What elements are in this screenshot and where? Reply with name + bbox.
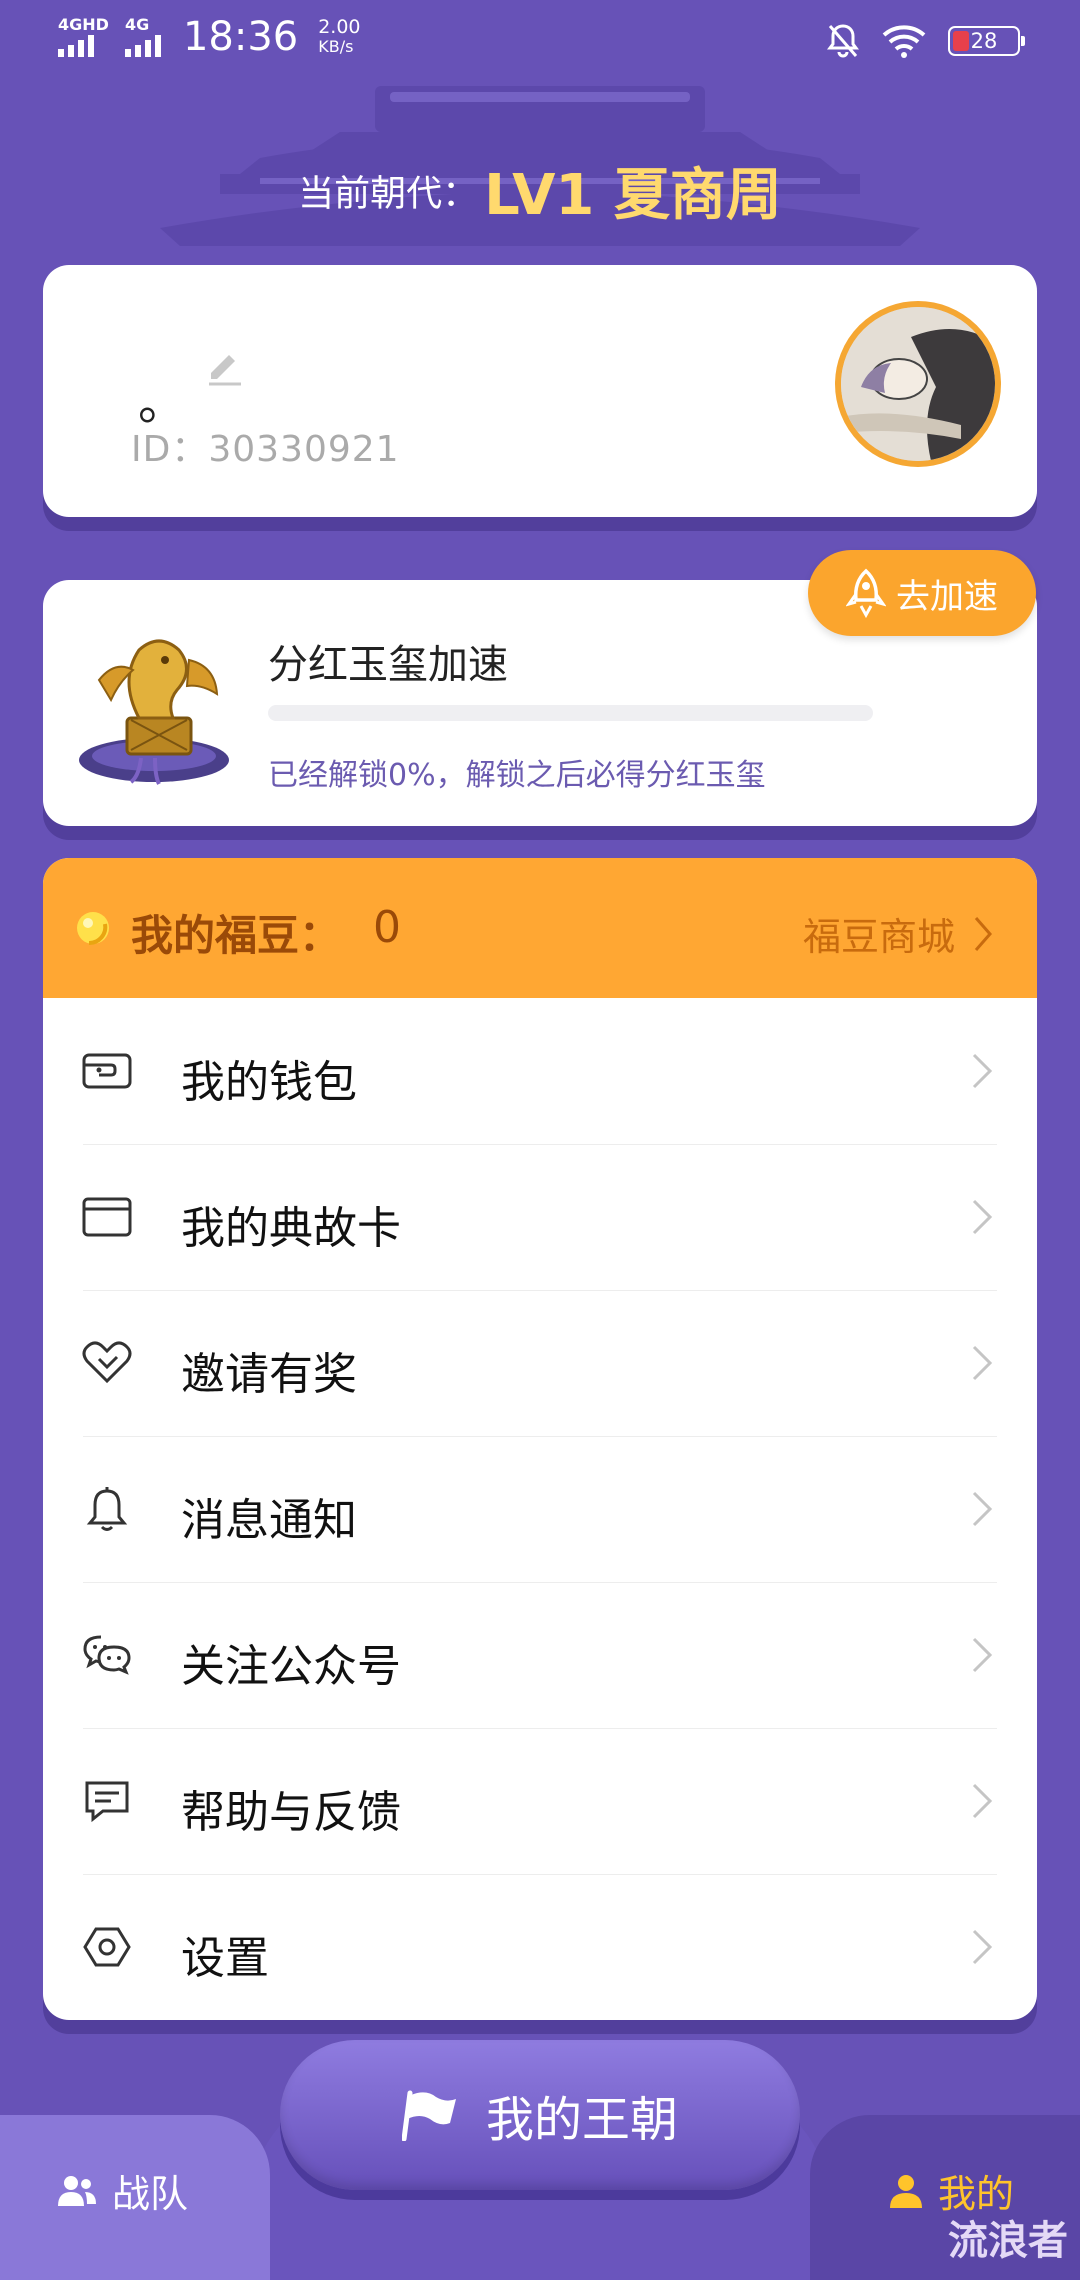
dynasty-level: LV1 夏商周	[484, 163, 782, 228]
menu-item-label: 消息通知	[181, 1495, 357, 1546]
battery-level: 28	[970, 29, 998, 53]
speedup-title: 分红玉玺加速	[268, 642, 508, 688]
chevron-right-icon	[972, 1637, 993, 1673]
signal-icon-2: 4G	[124, 15, 161, 57]
chevron-right-icon	[972, 1345, 993, 1381]
menu-item-label: 我的钱包	[181, 1057, 357, 1108]
bottom-nav: 战队 我的 我的王朝	[0, 2040, 1080, 2280]
unlock-progress-bar	[268, 705, 873, 721]
unlock-description: 已经解锁0%，解锁之后必得分红玉玺	[268, 758, 766, 793]
wechat-icon	[83, 1635, 131, 1675]
my-dynasty-label: 我的王朝	[485, 2092, 678, 2148]
wifi-icon	[882, 25, 926, 58]
dynasty-prefix: 当前朝代：	[298, 173, 479, 215]
chevron-right-icon	[972, 1491, 993, 1527]
avatar[interactable]	[835, 301, 1001, 467]
user-id: ID：30330921	[131, 429, 400, 470]
chevron-right-icon	[972, 1783, 993, 1819]
team-icon	[58, 2175, 96, 2206]
clock: 18:36	[182, 14, 299, 60]
menu-item-label: 关注公众号	[181, 1641, 401, 1692]
chevron-right-icon	[972, 1053, 993, 1089]
accelerate-button-label: 去加速	[896, 576, 998, 617]
beans-bar: 我的福豆： 0 福豆商城	[43, 858, 1037, 998]
bean-icon	[77, 912, 109, 946]
feedback-icon	[85, 1781, 129, 1823]
rocket-icon	[846, 568, 886, 618]
card-icon	[82, 1197, 132, 1237]
dynasty-title: 当前朝代： LV1 夏商周	[0, 150, 1080, 231]
mute-bell-icon	[827, 24, 859, 58]
menu-item-label: 邀请有奖	[181, 1349, 357, 1400]
menu-item-story-cards[interactable]: 我的典故卡	[43, 1144, 1037, 1290]
watermark: 流浪者	[948, 2218, 1068, 2264]
signal-icon-1: 4GHD	[58, 17, 109, 57]
beans-value: 0	[373, 902, 401, 953]
menu-list: 我的钱包 我的典故卡 邀请有奖 消息通知 关注公众号 帮助与反馈 设置	[43, 998, 1037, 2020]
battery-icon: 28	[948, 26, 1025, 56]
beans-label: 我的福豆：	[131, 911, 342, 960]
bean-mall-link[interactable]: 福豆商城	[803, 906, 993, 961]
speed-unit: KB/s	[318, 37, 354, 56]
speed-value: 2.00	[318, 16, 361, 38]
menu-item-help-feedback[interactable]: 帮助与反馈	[43, 1728, 1037, 1874]
menu-item-wallet[interactable]: 我的钱包	[43, 998, 1037, 1144]
flag-icon	[401, 2090, 456, 2141]
menu-item-notifications[interactable]: 消息通知	[43, 1436, 1037, 1582]
wallet-icon	[82, 1053, 132, 1089]
my-dynasty-button[interactable]: 我的王朝	[280, 2040, 800, 2190]
network-type-1: 4GHD	[58, 15, 109, 34]
bean-mall-label: 福豆商城	[802, 915, 955, 959]
edit-icon[interactable]	[203, 343, 247, 387]
status-bar: 4GHD 4G 18:36 2.00 KB/s 28	[0, 0, 1080, 84]
menu-item-label: 我的典故卡	[181, 1203, 401, 1254]
chevron-right-icon	[972, 1199, 993, 1235]
person-icon	[890, 2174, 922, 2208]
menu-item-label: 帮助与反馈	[181, 1787, 401, 1838]
network-speed: 2.00 KB/s	[318, 17, 360, 57]
nav-team-label: 战队	[112, 2172, 189, 2216]
menu-card: 我的福豆： 0 福豆商城 我的钱包 我的典故卡 邀请有奖 消息通知 关注公众号 …	[43, 858, 1037, 2020]
jade-seal-dragon-icon	[79, 639, 229, 785]
menu-item-wechat-follow[interactable]: 关注公众号	[43, 1582, 1037, 1728]
chevron-right-icon	[974, 916, 992, 951]
chevron-right-icon	[972, 1929, 993, 1965]
menu-item-label: 设置	[181, 1933, 269, 1984]
heart-icon	[82, 1341, 132, 1384]
network-type-2: 4G	[124, 15, 150, 34]
bell-icon	[86, 1487, 128, 1531]
profile-card: 。 ID：30330921	[43, 265, 1037, 517]
menu-item-invite[interactable]: 邀请有奖	[43, 1290, 1037, 1436]
nav-tab-team[interactable]: 战队	[0, 2115, 270, 2280]
accelerate-button[interactable]: 去加速	[808, 550, 1036, 636]
menu-item-settings[interactable]: 设置	[43, 1874, 1037, 2020]
settings-icon	[83, 1927, 131, 1967]
